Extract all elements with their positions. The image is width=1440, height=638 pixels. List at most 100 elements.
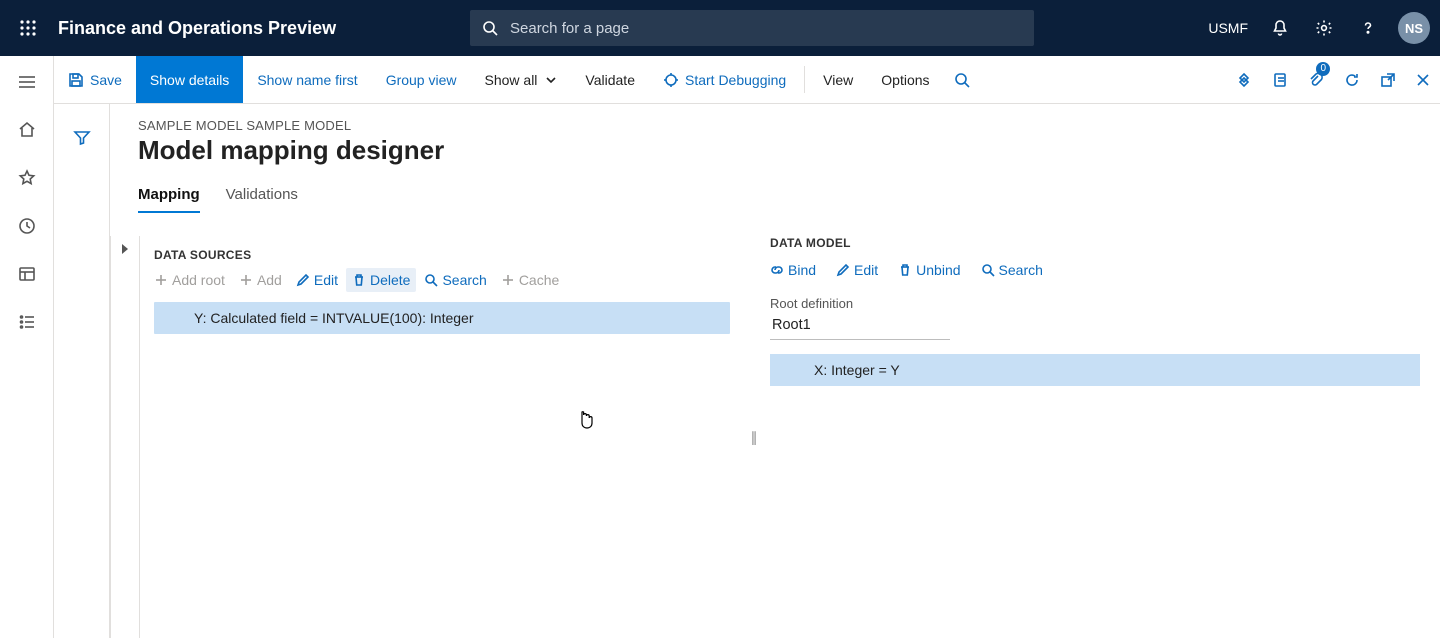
show-all-dropdown[interactable]: Show all: [471, 56, 572, 103]
data-sources-toolbar: Add root Add Edit Delete: [154, 272, 730, 288]
data-model-title: DATA MODEL: [770, 236, 1420, 250]
data-sources-title: DATA SOURCES: [154, 248, 730, 262]
user-avatar[interactable]: NS: [1398, 12, 1430, 44]
data-source-types-handle[interactable]: [110, 236, 140, 638]
dm-edit-label: Edit: [854, 262, 878, 278]
filter-icon: [73, 129, 91, 147]
notifications-button[interactable]: [1260, 8, 1300, 48]
star-icon: [18, 169, 36, 187]
plus-icon: [501, 273, 515, 287]
find-button[interactable]: [944, 56, 980, 103]
filter-pane: [54, 104, 110, 638]
help-button[interactable]: [1348, 8, 1388, 48]
save-icon: [68, 72, 84, 88]
options-menu[interactable]: Options: [867, 56, 943, 103]
splitter[interactable]: ∥: [740, 236, 766, 638]
refresh-icon: [1344, 72, 1360, 88]
nav-favorites-button[interactable]: [4, 158, 50, 198]
nav-workspaces-button[interactable]: [4, 254, 50, 294]
page-options-button[interactable]: [1262, 56, 1298, 103]
cache-label: Cache: [519, 272, 559, 288]
breadcrumb: SAMPLE MODEL SAMPLE MODEL: [138, 118, 1420, 133]
group-view-label: Group view: [386, 72, 457, 88]
save-label: Save: [90, 72, 122, 88]
edit-label: Edit: [314, 272, 338, 288]
global-search-input[interactable]: [508, 19, 1022, 38]
nav-toggle-button[interactable]: [4, 62, 50, 102]
nav-rail: [0, 56, 54, 638]
diamond-icon: [1236, 72, 1252, 88]
attachments-button[interactable]: 0: [1298, 56, 1334, 103]
tabs: Mapping Validations: [138, 180, 1420, 214]
nav-modules-button[interactable]: [4, 302, 50, 342]
view-label: View: [823, 72, 853, 88]
plus-icon: [154, 273, 168, 287]
options-label: Options: [881, 72, 929, 88]
add-root-label: Add root: [172, 272, 225, 288]
chevron-right-icon: [122, 244, 128, 254]
show-details-label: Show details: [150, 72, 229, 88]
trash-icon: [352, 273, 366, 287]
bind-button[interactable]: Bind: [770, 262, 816, 278]
refresh-button[interactable]: [1334, 56, 1370, 103]
designer-columns: DATA SOURCES Add root Add Edit: [110, 236, 1420, 638]
work-area: SAMPLE MODEL SAMPLE MODEL Model mapping …: [54, 104, 1440, 638]
show-name-first-button[interactable]: Show name first: [243, 56, 371, 103]
separator: [804, 66, 805, 93]
delete-button[interactable]: Delete: [346, 268, 416, 292]
unbind-button[interactable]: Unbind: [898, 262, 960, 278]
settings-button[interactable]: [1304, 8, 1344, 48]
tab-validations[interactable]: Validations: [226, 180, 298, 213]
link-icon: [770, 263, 784, 277]
question-icon: [1359, 19, 1377, 37]
save-button[interactable]: Save: [54, 56, 136, 103]
data-sources-panel: DATA SOURCES Add root Add Edit: [140, 236, 740, 638]
validate-label: Validate: [585, 72, 635, 88]
show-all-label: Show all: [485, 72, 538, 88]
root-definition-value[interactable]: Root1: [770, 313, 950, 340]
popout-button[interactable]: [1370, 56, 1406, 103]
dm-search-button[interactable]: Search: [981, 262, 1043, 278]
edit-button[interactable]: Edit: [296, 272, 338, 288]
list-icon: [18, 313, 36, 331]
filter-button[interactable]: [59, 118, 105, 158]
nav-recent-button[interactable]: [4, 206, 50, 246]
group-view-button[interactable]: Group view: [372, 56, 471, 103]
workspace-icon: [18, 265, 36, 283]
tab-mapping[interactable]: Mapping: [138, 180, 200, 213]
header-right: USMF NS: [1200, 8, 1430, 48]
add-root-button[interactable]: Add root: [154, 272, 225, 288]
app-launcher-button[interactable]: [10, 10, 46, 46]
search-icon: [954, 72, 970, 88]
show-name-first-label: Show name first: [257, 72, 357, 88]
trash-icon: [898, 263, 912, 277]
start-debugging-button[interactable]: Start Debugging: [649, 56, 800, 103]
close-button[interactable]: [1406, 56, 1440, 103]
add-button[interactable]: Add: [239, 272, 282, 288]
start-debugging-label: Start Debugging: [685, 72, 786, 88]
root-definition-label: Root definition: [770, 296, 1420, 311]
nav-home-button[interactable]: [4, 110, 50, 150]
search-icon: [981, 263, 995, 277]
validate-button[interactable]: Validate: [571, 56, 649, 103]
data-model-panel: DATA MODEL Bind Edit Unbind: [766, 236, 1420, 638]
dm-edit-button[interactable]: Edit: [836, 262, 878, 278]
page-icon: [1272, 72, 1288, 88]
view-menu[interactable]: View: [809, 56, 867, 103]
personalize-button[interactable]: [1226, 56, 1262, 103]
dm-search-label: Search: [999, 262, 1043, 278]
data-model-row[interactable]: X: Integer = Y: [770, 354, 1420, 386]
gear-icon: [1315, 19, 1333, 37]
cache-button[interactable]: Cache: [501, 272, 559, 288]
company-picker[interactable]: USMF: [1200, 8, 1256, 48]
waffle-icon: [19, 19, 37, 37]
ds-search-button[interactable]: Search: [424, 272, 486, 288]
global-search[interactable]: [470, 10, 1034, 46]
data-source-row[interactable]: Y: Calculated field = INTVALUE(100): Int…: [154, 302, 730, 334]
popout-icon: [1380, 72, 1396, 88]
pencil-icon: [296, 273, 310, 287]
show-details-button[interactable]: Show details: [136, 56, 243, 103]
bell-icon: [1271, 19, 1289, 37]
home-icon: [18, 121, 36, 139]
command-bar: Save Show details Show name first Group …: [54, 56, 1440, 104]
